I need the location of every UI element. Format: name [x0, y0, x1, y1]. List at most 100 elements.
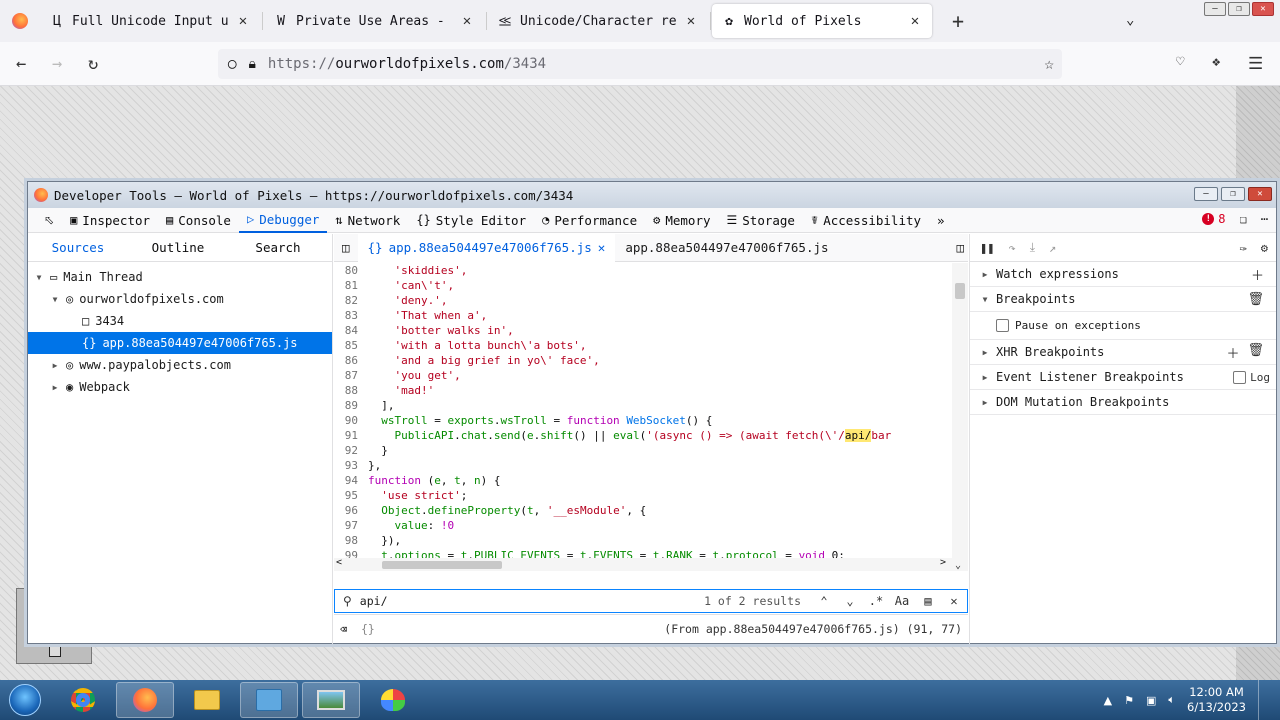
error-count-badge[interactable]: ! 8 [1202, 212, 1226, 226]
code-line[interactable]: 97 value: !0 [334, 518, 968, 533]
extensions-icon[interactable]: ❖ [1212, 54, 1220, 70]
code-line[interactable]: 86 'and a big grief in yo\' face', [334, 353, 968, 368]
line-number[interactable]: 96 [334, 503, 368, 518]
breakpoints-header[interactable]: ▼ Breakpoints 🗑︎ [970, 287, 1276, 312]
line-number[interactable]: 92 [334, 443, 368, 458]
sources-tree-item[interactable]: ▼ ◎ ourworldofpixels.com [28, 288, 332, 310]
close-tab-icon[interactable]: ✕ [460, 13, 474, 29]
close-tab-icon[interactable]: ✕ [598, 240, 606, 255]
tree-twisty-icon[interactable]: ▶ [50, 383, 60, 392]
line-number[interactable]: 93 [334, 458, 368, 473]
tool-memory[interactable]: ⚙ Memory [645, 208, 718, 233]
firefox-menu-icon[interactable] [0, 0, 40, 42]
tool-performance[interactable]: ◔ Performance [534, 208, 645, 233]
sources-tree-item[interactable]: ▶ ◎ www.paypalobjects.com [28, 354, 332, 376]
code-line[interactable]: 98 }), [334, 533, 968, 548]
browser-tab[interactable]: W Private Use Areas - Wikipedia ✕ [264, 4, 487, 38]
tool-storage[interactable]: ☰ Storage [719, 208, 803, 233]
code-line[interactable]: 96 Object.defineProperty(t, '__esModule'… [334, 503, 968, 518]
pretty-print-icon[interactable]: {} [361, 622, 375, 636]
tool-inspector[interactable]: ▣ Inspector [62, 208, 158, 233]
new-tab-button[interactable]: + [940, 9, 976, 33]
control-panel-taskbar-button[interactable] [240, 682, 298, 718]
show-hidden-icons-icon[interactable]: ▲ [1104, 694, 1112, 707]
sources-tree-item[interactable]: {} app.88ea504497e47006f765.js [28, 332, 332, 354]
minimize-icon[interactable]: — [1194, 187, 1218, 201]
tree-twisty-icon[interactable]: ▼ [50, 295, 60, 304]
step-over-icon[interactable]: ↷ [1008, 241, 1015, 255]
line-number[interactable]: 84 [334, 323, 368, 338]
devtools-menu-icon[interactable]: ⋯ [1261, 212, 1268, 226]
close-tab-icon[interactable]: ✕ [684, 13, 698, 29]
tab-sources[interactable]: Sources [28, 234, 128, 262]
search-input[interactable]: api/ [360, 594, 704, 608]
pause-icon[interactable]: ❚❚ [980, 241, 994, 255]
line-number[interactable]: 82 [334, 293, 368, 308]
toggle-sources-pane-icon[interactable]: ◫ [334, 234, 358, 262]
code-line[interactable]: 84 'botter walks in', [334, 323, 968, 338]
blackbox-source-icon[interactable]: ⌫ [340, 622, 347, 636]
next-result-icon[interactable]: ⌄ [837, 594, 863, 608]
code-line[interactable]: 89 ], [334, 398, 968, 413]
regex-toggle-icon[interactable]: .* [863, 594, 889, 608]
tool-console[interactable]: ▤ Console [158, 208, 239, 233]
dock-options-icon[interactable]: ❏ [1240, 212, 1247, 226]
line-number[interactable]: 89 [334, 398, 368, 413]
forward-arrow-icon[interactable]: → [52, 54, 62, 74]
close-window-icon[interactable]: ✕ [1252, 2, 1274, 16]
line-number[interactable]: 91 [334, 428, 368, 443]
show-desktop-button[interactable] [1258, 680, 1270, 720]
sources-tree-item[interactable]: ▶ ◉ Webpack [28, 376, 332, 398]
pocket-icon[interactable]: ♡ [1176, 54, 1184, 70]
code-line[interactable]: 81 'can\'t', [334, 278, 968, 293]
event-listener-breakpoints-header[interactable]: ▶ Event Listener Breakpoints Log [970, 365, 1276, 390]
remove-breakpoints-trash-icon[interactable]: 🗑︎ [1247, 292, 1264, 307]
editor-tab[interactable]: app.88ea504497e47006f765.js [615, 234, 838, 262]
line-number[interactable]: 95 [334, 488, 368, 503]
code-line[interactable]: 88 'mad!' [334, 383, 968, 398]
log-checkbox[interactable] [1233, 370, 1247, 384]
code-line[interactable]: 92 } [334, 443, 968, 458]
action-center-flag-icon[interactable]: ⚑ [1124, 694, 1134, 707]
minimize-icon[interactable]: — [1204, 2, 1226, 16]
tracking-protection-shield-icon[interactable]: ◯ [228, 56, 236, 72]
line-number[interactable]: 80 [334, 263, 368, 278]
case-sensitive-toggle-icon[interactable]: Aa [889, 594, 915, 608]
editor-tab-active[interactable]: {} app.88ea504497e47006f765.js ✕ [357, 233, 616, 262]
tab-search[interactable]: Search [228, 234, 328, 262]
tool-accessibility[interactable]: ☤ Accessibility [803, 208, 929, 233]
code-line[interactable]: 83 'That when a', [334, 308, 968, 323]
sources-tree-item[interactable]: ▼ ▭ Main Thread [28, 266, 332, 288]
browser-tab[interactable]: ✿ World of Pixels ✕ [712, 4, 932, 38]
code-line[interactable]: 87 'you get', [334, 368, 968, 383]
volume-icon[interactable]: 🔈︎ [1168, 693, 1175, 707]
line-number[interactable]: 85 [334, 338, 368, 353]
step-in-icon[interactable]: ⤓ [1030, 240, 1035, 255]
add-watch-icon[interactable]: ＋ [1251, 265, 1264, 284]
dom-mutation-breakpoints-header[interactable]: ▶ DOM Mutation Breakpoints [970, 390, 1276, 415]
pause-on-exceptions-checkbox[interactable] [996, 319, 1009, 332]
hamburger-menu-icon[interactable]: ☰ [1248, 54, 1263, 74]
sources-tree-item[interactable]: □ 3434 [28, 310, 332, 332]
paint-taskbar-button[interactable] [364, 682, 422, 718]
tree-twisty-icon[interactable]: ▶ [50, 361, 60, 370]
line-number[interactable]: 87 [334, 368, 368, 383]
start-button[interactable] [0, 680, 50, 720]
reload-icon[interactable]: ↻ [88, 54, 98, 74]
cursor-position[interactable]: (From app.88ea504497e47006f765.js) (91, … [664, 622, 962, 636]
close-tab-icon[interactable]: ✕ [908, 13, 922, 29]
code-line[interactable]: 93}, [334, 458, 968, 473]
element-picker-icon[interactable]: ⬁ [36, 208, 62, 233]
add-xhr-breakpoint-icon[interactable]: ＋ [1226, 343, 1239, 362]
clock[interactable]: 12:00 AM 6/13/2023 [1187, 685, 1246, 715]
tool-network[interactable]: ⇅ Network [327, 208, 408, 233]
line-number[interactable]: 94 [334, 473, 368, 488]
lock-icon[interactable]: 🔒︎ [248, 56, 255, 72]
deactivate-breakpoints-icon[interactable]: ✑ [1240, 241, 1247, 255]
debugger-settings-gear-icon[interactable]: ⚙ [1261, 241, 1268, 255]
firefox-taskbar-button[interactable] [116, 682, 174, 718]
browser-tab[interactable]: Ц Full Unicode Input utility ✕ [40, 4, 263, 38]
watch-expressions-header[interactable]: ▶ Watch expressions ＋ [970, 262, 1276, 287]
list-all-tabs-icon[interactable]: ⌄ [1126, 12, 1134, 28]
url-bar[interactable]: ◯ 🔒︎ https://ourworldofpixels.com/3434 ☆ [218, 49, 1062, 79]
